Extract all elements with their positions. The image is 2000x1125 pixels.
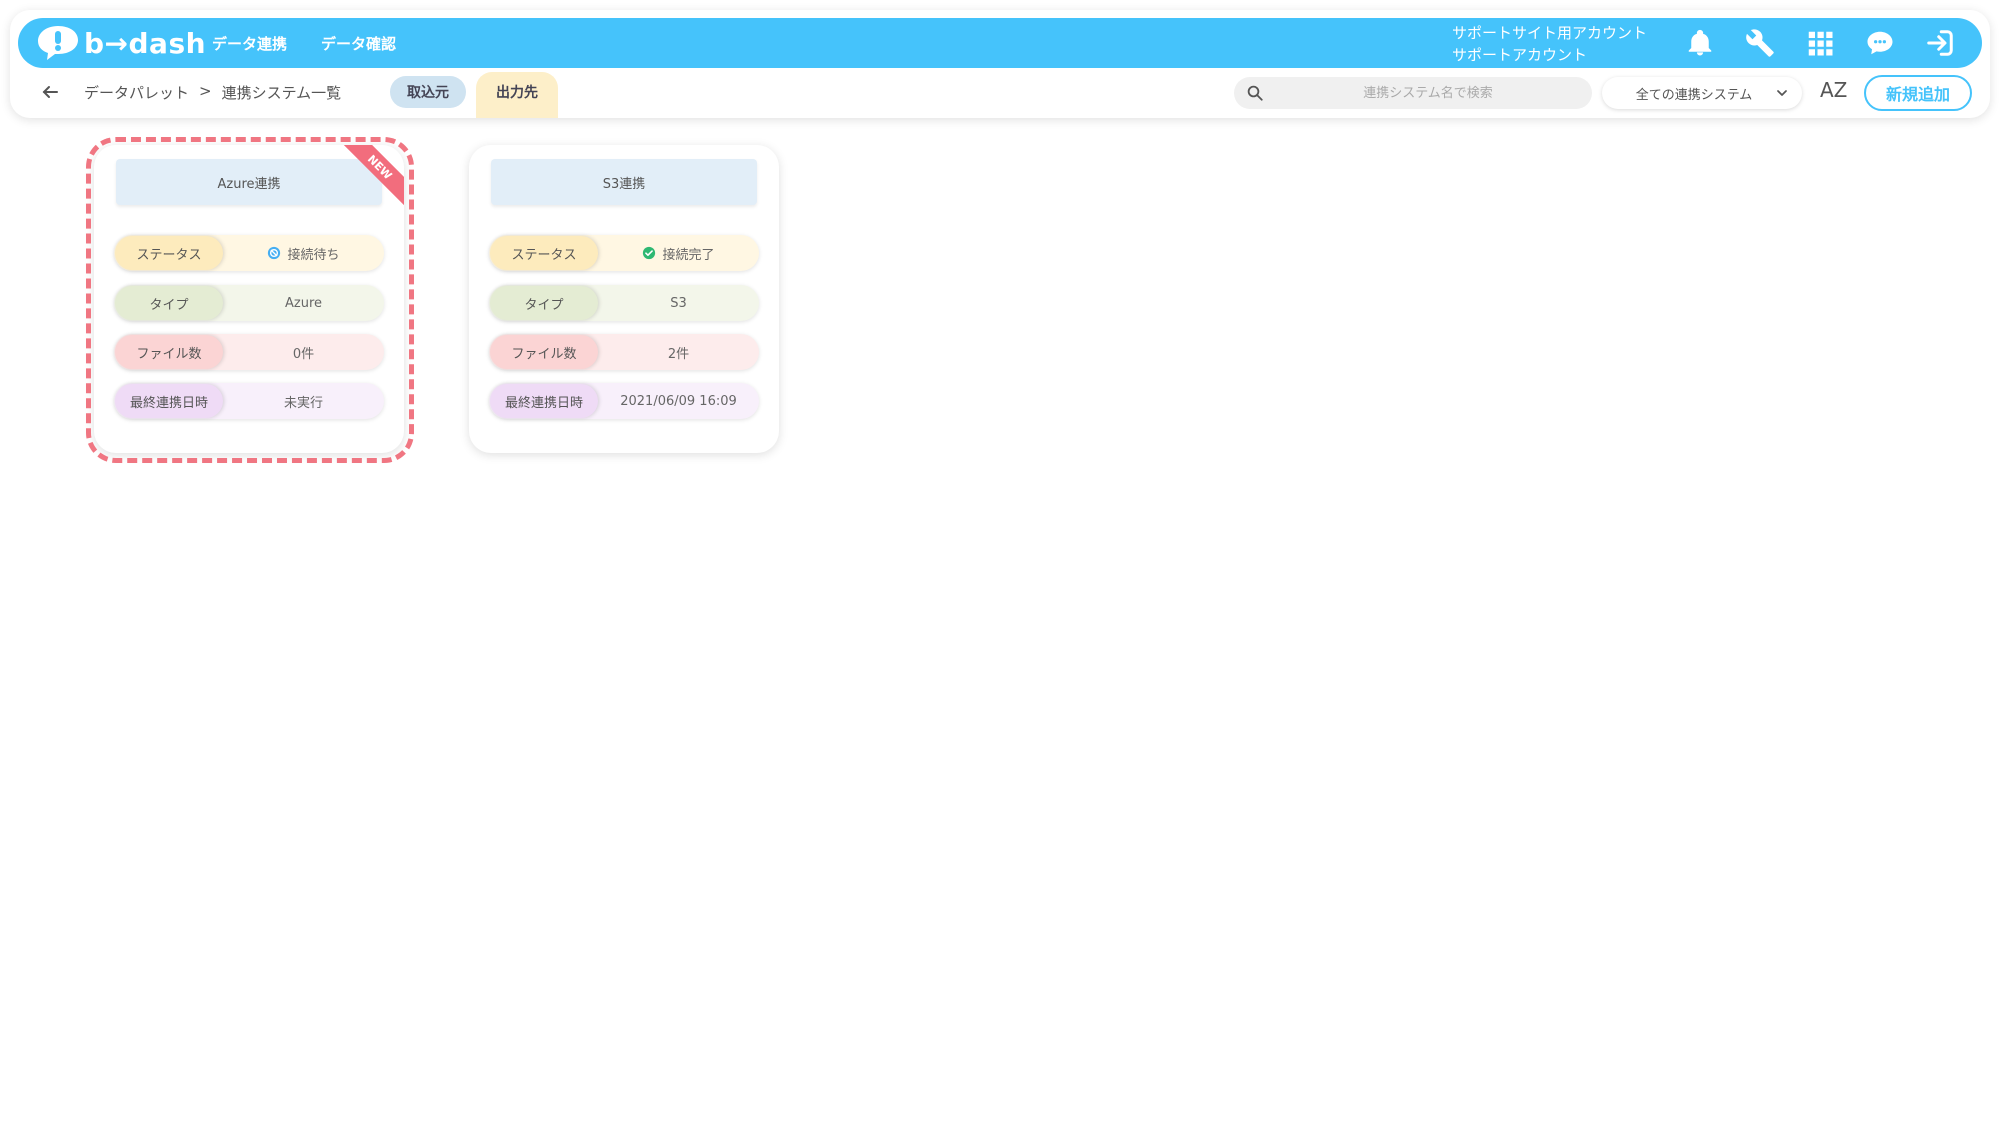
system-card-s3[interactable]: S3連携 ステータス 接続完了 タイプ S3 ファイル数 2件 最終連携日時 2… — [469, 145, 779, 453]
main-nav: データ連携 データ確認 — [212, 18, 430, 68]
file-count-label: ファイル数 — [490, 335, 598, 369]
bell-icon[interactable] — [1684, 27, 1716, 59]
type-value: S3 — [670, 295, 687, 311]
last-sync-label: 最終連携日時 — [115, 384, 223, 418]
sub-bar: データパレット > 連携システム一覧 取込元 出力先 全ての連携システム AZ … — [18, 72, 1982, 118]
breadcrumb: データパレット > 連携システム一覧 — [84, 82, 341, 103]
account-info[interactable]: サポートサイト用アカウント サポートアカウント — [1452, 22, 1647, 66]
file-count-row: ファイル数 2件 — [489, 334, 759, 370]
last-sync-label: 最終連携日時 — [490, 384, 598, 418]
status-text: 接続完了 — [662, 247, 715, 263]
account-line2: サポートアカウント — [1452, 46, 1588, 64]
file-count-value: 2件 — [667, 346, 690, 362]
file-count-label: ファイル数 — [115, 335, 223, 369]
file-count-row: ファイル数 0件 — [114, 334, 384, 370]
search-input[interactable] — [1276, 84, 1580, 102]
breadcrumb-system-list: 連携システム一覧 — [221, 84, 342, 102]
chevron-down-icon — [1777, 90, 1787, 96]
grid-icon[interactable] — [1804, 27, 1836, 59]
status-value: 接続待ち — [223, 244, 384, 263]
system-filter-select[interactable]: 全ての連携システム — [1602, 77, 1802, 109]
waiting-status-icon — [268, 246, 281, 260]
tab-source[interactable]: 取込元 — [390, 76, 466, 108]
last-sync-value: 2021/06/09 16:09 — [620, 393, 737, 409]
status-label: ステータス — [115, 236, 223, 270]
top-bar: b→dash データ連携 データ確認 サポートサイト用アカウント サポートアカウ… — [18, 18, 1982, 68]
check-circle-icon — [643, 246, 656, 260]
top-icons — [1684, 18, 1984, 68]
sort-az-button[interactable]: AZ — [1820, 78, 1847, 102]
last-sync-row: 最終連携日時 2021/06/09 16:09 — [489, 383, 759, 419]
status-row: ステータス 接続待ち — [114, 235, 384, 271]
status-value: 接続完了 — [598, 244, 759, 263]
back-arrow-icon[interactable] — [38, 80, 62, 104]
wrench-icon[interactable] — [1744, 27, 1776, 59]
tab-destination[interactable]: 出力先 — [476, 72, 558, 118]
breadcrumb-separator: > — [199, 82, 212, 100]
status-row: ステータス 接続完了 — [489, 235, 759, 271]
system-card-azure[interactable]: Azure連携 NEW ステータス 接続待ち タイプ Azure ファイル数 0… — [94, 145, 404, 453]
account-line1: サポートサイト用アカウント — [1452, 24, 1648, 42]
add-new-button[interactable]: 新規追加 — [1864, 75, 1972, 111]
logo[interactable]: b→dash — [36, 24, 206, 62]
chat-icon[interactable] — [1864, 27, 1896, 59]
logo-text: b→dash — [84, 26, 207, 60]
nav-data-check[interactable]: データ確認 — [321, 33, 396, 54]
search-icon — [1247, 85, 1263, 101]
type-row: タイプ Azure — [114, 285, 384, 321]
file-count-value: 0件 — [292, 346, 315, 362]
status-label: ステータス — [490, 236, 598, 270]
card-title: S3連携 — [491, 159, 757, 205]
type-label: タイプ — [115, 286, 223, 320]
breadcrumb-data-palette[interactable]: データパレット — [84, 82, 189, 103]
last-sync-row: 最終連携日時 未実行 — [114, 383, 384, 419]
status-text: 接続待ち — [287, 247, 340, 263]
nav-data-integration[interactable]: データ連携 — [212, 33, 287, 54]
last-sync-value: 未実行 — [283, 395, 323, 411]
search-box — [1234, 77, 1592, 109]
type-value: Azure — [284, 295, 322, 311]
system-filter-value: 全ての連携システム — [1635, 87, 1753, 103]
logout-icon[interactable] — [1924, 27, 1956, 59]
type-label: タイプ — [490, 286, 598, 320]
logo-icon — [38, 26, 78, 60]
type-row: タイプ S3 — [489, 285, 759, 321]
card-title: Azure連携 — [116, 159, 382, 205]
